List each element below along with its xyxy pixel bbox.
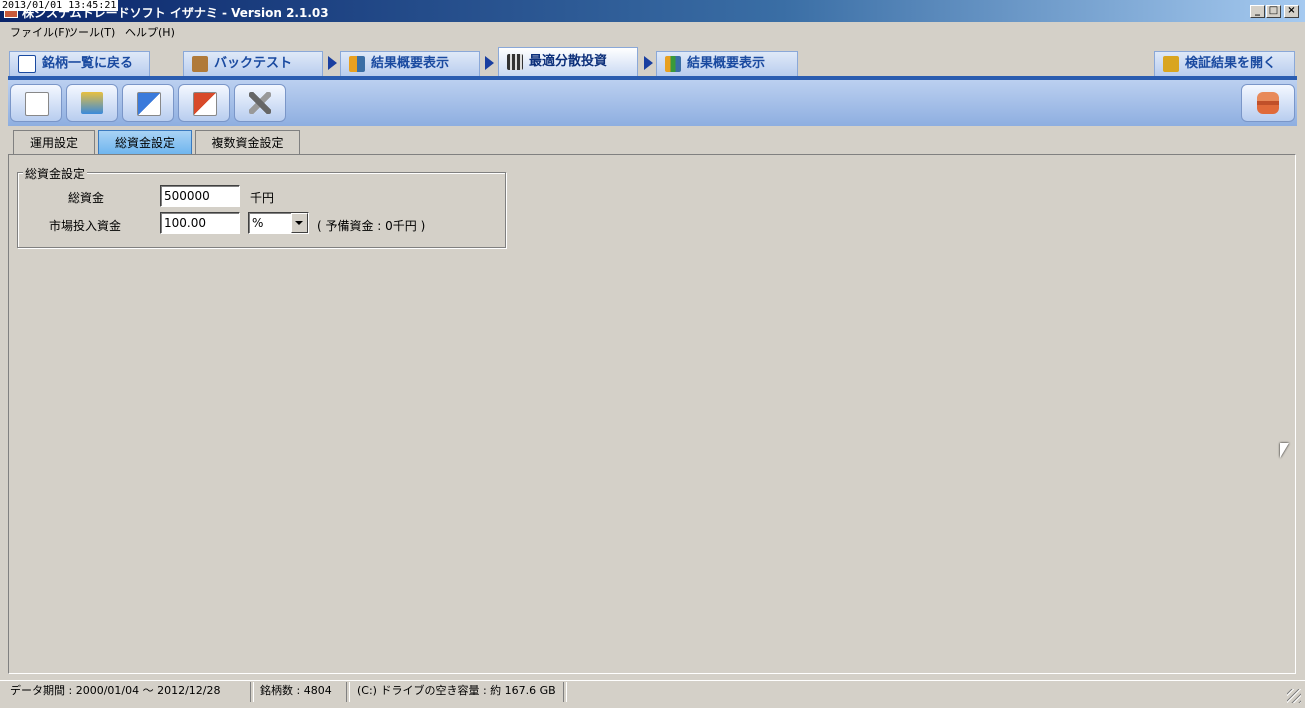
market-fund-label: 市場投入資金 [49,219,122,233]
subtab-multi-fund-settings[interactable]: 複数資金設定 [195,130,300,154]
market-fund-input[interactable]: 100.00 [160,212,240,234]
maximize-button[interactable]: □ [1266,5,1281,18]
wrench-icon [249,92,271,114]
import-icon [193,92,217,116]
document-icon [25,92,49,116]
money-screen-icon [81,92,103,114]
bar-chart-icon [665,55,681,72]
status-stock-count: 銘柄数 : 4804 [260,684,332,697]
menu-file[interactable]: ファイル(F) [10,24,69,40]
total-fund-unit: 千円 [250,191,275,205]
open-results-button[interactable]: 検証結果を開く [1154,51,1295,76]
nav-tab-label: 銘柄一覧に戻る [42,56,134,71]
nav-tab-label: 結果概要表示 [687,56,766,71]
money-bag-icon [192,55,208,72]
nav-tab-label: 結果概要表示 [371,56,450,71]
nav-tab-backtest[interactable]: バックテスト [183,51,323,76]
fund-settings-group [17,172,506,248]
menu-help[interactable]: ヘルプ(H) [125,24,175,40]
export-icon [137,92,161,116]
resize-grip[interactable] [1287,689,1301,703]
status-data-period: データ期間 : 2000/01/04 〜 2012/12/28 [10,684,221,697]
fund-settings-button[interactable] [66,84,118,122]
group-title: 総資金設定 [23,165,88,182]
calculator-icon [507,53,523,70]
nav-tab-stock-list[interactable]: 銘柄一覧に戻る [9,51,150,76]
menu-bar [0,22,1305,40]
timestamp-overlay: 2013/01/01 13:45:21 [0,0,119,11]
nav-tab-label: 最適分散投資 [529,54,608,69]
status-separator [250,682,254,702]
nav-tab-summary-2[interactable]: 結果概要表示 [656,51,798,76]
tools-button[interactable] [234,84,286,122]
total-fund-label: 総資金 [68,191,105,205]
export-button[interactable] [122,84,174,122]
folder-icon [1163,55,1179,72]
chevron-down-icon[interactable] [291,213,308,233]
new-document-button[interactable] [10,84,62,122]
status-separator [346,682,350,702]
step-arrow-icon [328,56,337,70]
subtab-total-fund-settings[interactable]: 総資金設定 [98,130,192,154]
status-drive-space: (C:) ドライブの空き容量 : 約 167.6 GB [357,684,556,697]
nav-tab-label: バックテスト [214,56,293,71]
menu-tools[interactable]: ツール(T) [67,24,115,40]
nav-tab-optimal-allocation[interactable]: 最適分散投資 [498,47,638,76]
minimize-button[interactable]: _ [1250,5,1265,18]
total-fund-input[interactable]: 500000 [160,185,240,207]
eye-icon [18,54,36,73]
status-separator [563,682,567,702]
close-button[interactable]: × [1284,5,1299,18]
unit-select-value: % [252,216,264,230]
mouse-cursor-icon [1280,443,1289,458]
step-arrow-icon [644,56,653,70]
nav-tab-summary-1[interactable]: 結果概要表示 [340,51,480,76]
open-results-label: 検証結果を開く [1185,56,1277,71]
subtab-operation-settings[interactable]: 運用設定 [13,130,95,154]
stamp-icon [1257,92,1279,114]
import-button[interactable] [178,84,230,122]
stamp-button[interactable] [1241,84,1295,122]
chart-person-icon [349,55,365,72]
reserve-fund-note: ( 予備資金 : 0千円 ) [317,219,426,233]
step-arrow-icon [485,56,494,70]
